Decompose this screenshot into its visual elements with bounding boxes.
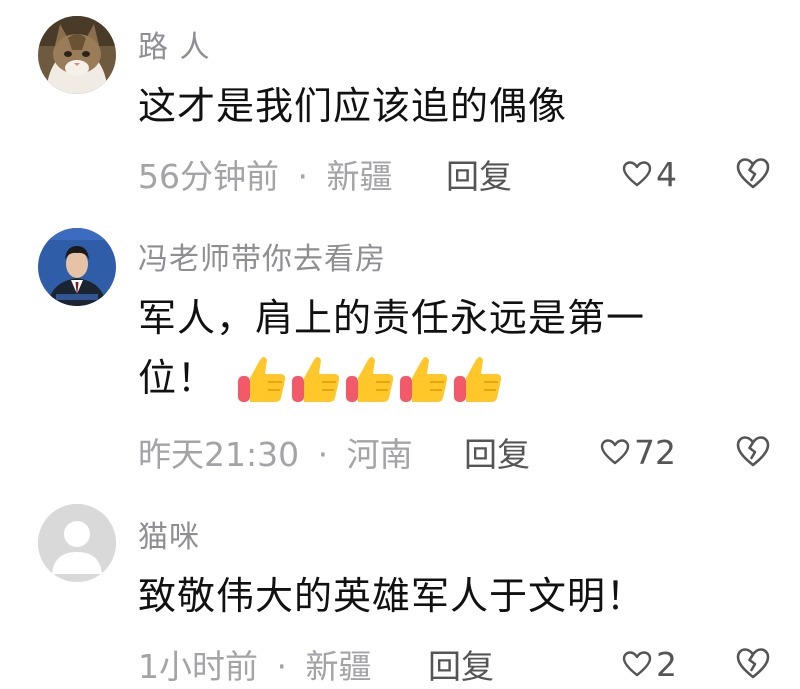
cat-avatar[interactable] xyxy=(38,16,116,94)
thumbs-up-icon xyxy=(400,357,448,402)
comment-username[interactable]: 猫咪 xyxy=(138,512,200,556)
comment-location: 新疆 xyxy=(305,647,372,686)
heart-outline-icon xyxy=(600,439,630,465)
reply-button[interactable]: 回复 xyxy=(428,640,494,688)
comment-text: 这才是我们应该追的偶像 xyxy=(138,84,568,128)
like-count: 72 xyxy=(634,432,676,472)
broken-heart-icon[interactable] xyxy=(735,434,771,470)
thumbs-up-icon xyxy=(346,357,394,402)
default-user-icon xyxy=(38,504,116,582)
heart-outline-icon xyxy=(622,651,652,677)
meta-separator: · xyxy=(297,157,309,196)
comment-location: 河南 xyxy=(346,435,413,474)
comment-username[interactable]: 路 人 xyxy=(138,22,211,66)
comment-meta: 昨天21:30 · 河南 xyxy=(138,428,413,476)
meta-separator: · xyxy=(317,435,329,474)
thumbs-up-icon xyxy=(454,357,502,402)
comment-text-line-2: 位！ xyxy=(138,350,748,406)
thumbs-up-icon xyxy=(238,357,286,402)
meta-separator: · xyxy=(276,647,288,686)
comment-text: 军人，肩上的责任永远是第一 位！ xyxy=(138,290,748,406)
man-avatar[interactable] xyxy=(38,228,116,306)
like-count: 2 xyxy=(656,644,677,684)
broken-heart-icon[interactable] xyxy=(735,156,771,192)
comment-meta: 56分钟前 · 新疆 xyxy=(138,150,393,198)
reply-button[interactable]: 回复 xyxy=(446,150,512,198)
like-button[interactable]: 2 xyxy=(622,644,677,684)
cat-photo-icon xyxy=(38,16,116,94)
comment-location: 新疆 xyxy=(326,157,393,196)
default-avatar[interactable] xyxy=(38,504,116,582)
man-in-suit-icon xyxy=(38,228,116,306)
comment-text-line: 位！ xyxy=(138,356,217,400)
like-count: 4 xyxy=(656,154,677,194)
comment-time: 56分钟前 xyxy=(138,157,279,196)
like-button[interactable]: 72 xyxy=(600,432,676,472)
broken-heart-icon[interactable] xyxy=(735,646,771,682)
like-button[interactable]: 4 xyxy=(622,154,677,194)
comment-text-line: 军人，肩上的责任永远是第一 xyxy=(138,296,646,340)
thumbs-up-emoji-group xyxy=(234,350,504,406)
comment-meta: 1小时前 · 新疆 xyxy=(138,640,372,688)
comment-time: 1小时前 xyxy=(138,647,258,686)
reply-button[interactable]: 回复 xyxy=(464,428,530,476)
thumbs-up-icon xyxy=(292,357,340,402)
comment-time: 昨天21:30 xyxy=(138,435,300,474)
heart-outline-icon xyxy=(622,161,652,187)
comment-username[interactable]: 冯老师带你去看房 xyxy=(138,234,386,278)
comment-text: 致敬伟大的英雄军人于文明！ xyxy=(138,574,646,618)
